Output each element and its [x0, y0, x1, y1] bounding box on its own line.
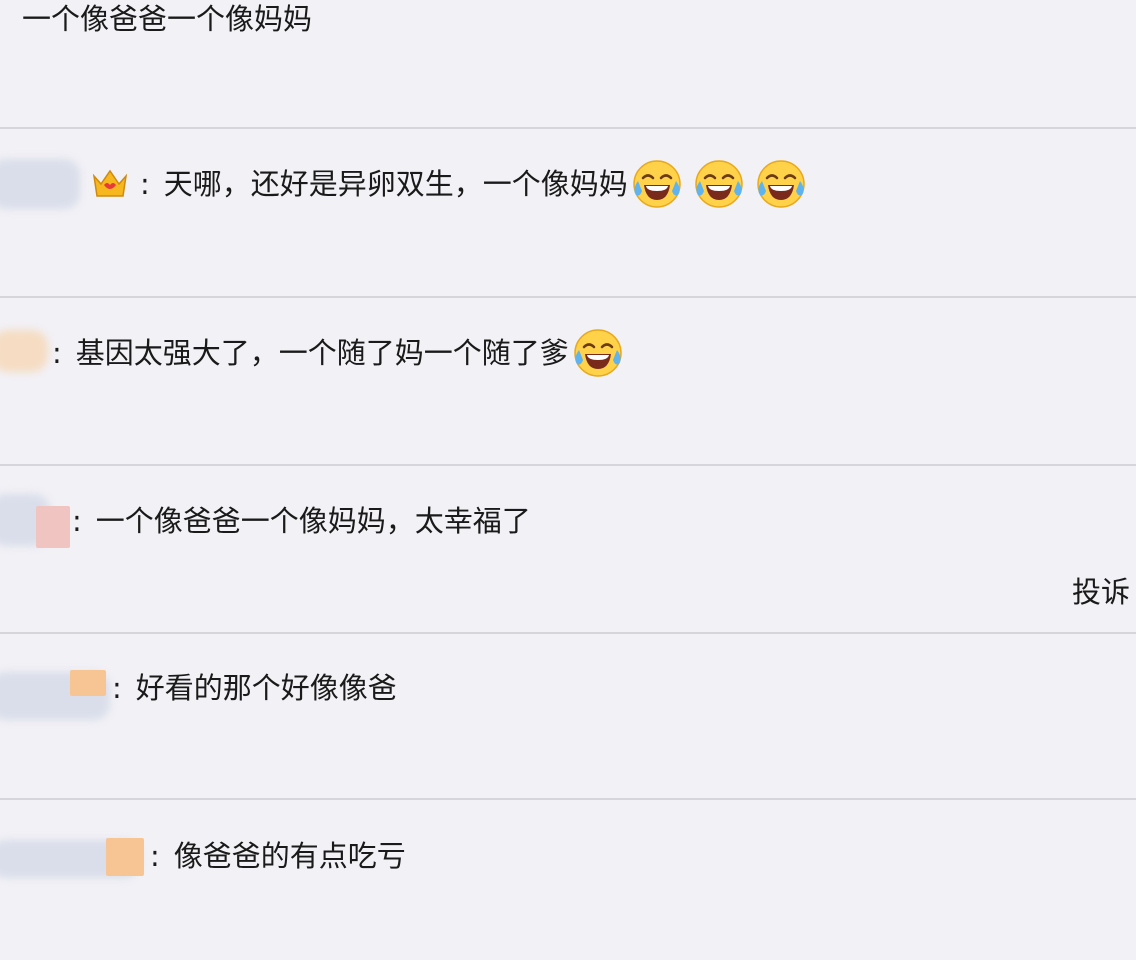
separator: : — [150, 839, 160, 873]
comment-line: : 好看的那个好像像爸 — [110, 674, 397, 703]
avatar-badge — [70, 670, 106, 696]
comment-text: 一个像爸爸一个像妈妈 — [22, 2, 313, 36]
comment-item[interactable]: : 一个像爸爸一个像妈妈，太幸福了 投诉 — [0, 466, 1136, 632]
avatar-blurred[interactable] — [0, 330, 48, 372]
avatar-badge — [106, 838, 144, 876]
comment-text: 像爸爸的有点吃亏 — [173, 839, 406, 873]
comment-item[interactable]: : 好看的那个好像像爸 — [0, 634, 1136, 800]
separator: : — [52, 335, 62, 370]
laughing-crying-emoji — [694, 159, 744, 209]
laughing-crying-emoji — [632, 159, 682, 209]
laughing-crying-emoji — [573, 328, 623, 378]
comment-line: : 天哪，还好是异卵双生，一个像妈妈 — [90, 159, 806, 209]
separator: : — [140, 166, 150, 201]
laughing-crying-emoji — [756, 159, 806, 209]
comment-item[interactable]: : 天哪，还好是异卵双生，一个像妈妈 — [0, 129, 1136, 295]
report-link[interactable]: 投诉 — [1072, 569, 1130, 611]
comment-item[interactable]: : 基因太强大了，一个随了妈一个随了爹 — [0, 298, 1136, 464]
avatar-blurred[interactable] — [0, 159, 80, 209]
avatar-badge — [36, 506, 70, 548]
crown-icon — [90, 166, 130, 202]
separator: : — [72, 504, 82, 538]
comment-item[interactable]: : 像爸爸的有点吃亏 — [0, 800, 1136, 960]
comment-text: 基因太强大了，一个随了妈一个随了爹 — [75, 335, 569, 370]
comment-line: : 一个像爸爸一个像妈妈，太幸福了 — [70, 507, 531, 536]
comment-line: : 基因太强大了，一个随了妈一个随了爹 — [50, 328, 623, 378]
comment-line: : 像爸爸的有点吃亏 — [148, 842, 406, 871]
comment-list: 一个像爸爸一个像妈妈 : 天哪，还好是异卵双生，一个像妈妈 : 基因太强大了，一… — [0, 0, 1136, 960]
separator: : — [112, 671, 122, 705]
comment-text: 一个像爸爸一个像妈妈，太幸福了 — [95, 504, 531, 538]
comment-text: 天哪，还好是异卵双生，一个像妈妈 — [163, 166, 628, 201]
comment-line: 一个像爸爸一个像妈妈 — [22, 5, 312, 34]
comment-text: 好看的那个好像像爸 — [135, 671, 397, 705]
